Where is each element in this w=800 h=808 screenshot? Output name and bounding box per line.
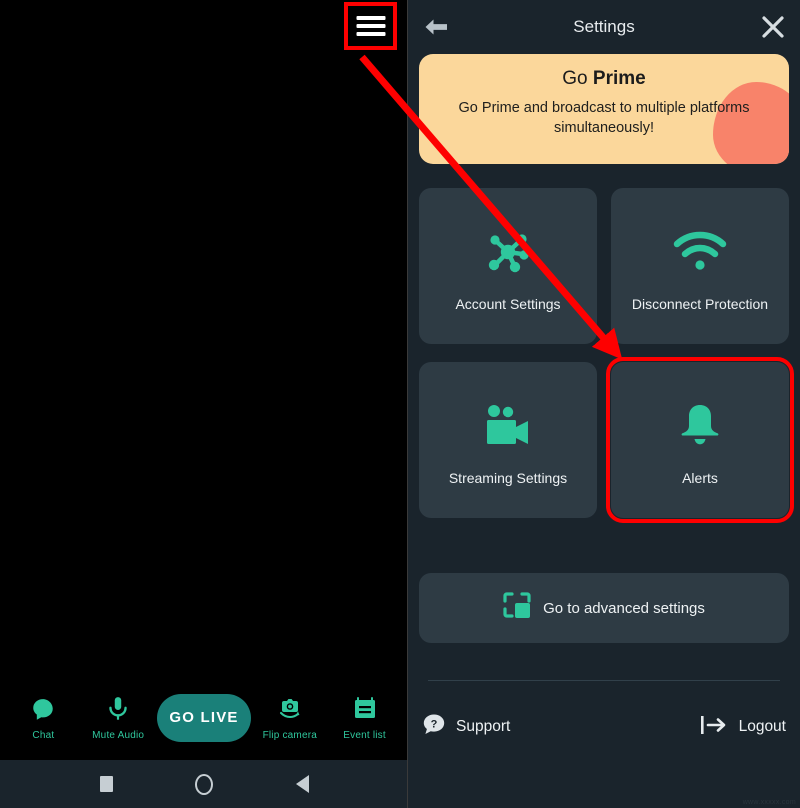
recent-apps-icon[interactable] bbox=[93, 771, 119, 797]
support-button[interactable]: ? Support bbox=[422, 713, 510, 742]
watermark: www.xxxxx.com bbox=[742, 799, 796, 806]
svg-text:?: ? bbox=[431, 718, 438, 730]
settings-header: Settings bbox=[408, 0, 800, 54]
stream-controls-bar: Chat Mute Audio GO LIVE Flip camera Even… bbox=[0, 675, 408, 760]
logout-button[interactable]: Logout bbox=[699, 713, 786, 742]
card-label: Streaming Settings bbox=[448, 470, 568, 486]
network-nodes-icon bbox=[480, 220, 536, 284]
hamburger-menu-icon bbox=[356, 12, 385, 40]
back-nav-icon[interactable] bbox=[289, 771, 315, 797]
hamburger-bar bbox=[356, 16, 385, 20]
event-list-button[interactable]: Event list bbox=[329, 695, 401, 741]
chat-button[interactable]: Chat bbox=[7, 695, 79, 741]
go-live-button[interactable]: GO LIVE bbox=[156, 693, 251, 742]
go-prime-title: Go Prime bbox=[419, 68, 789, 90]
hamburger-menu-button[interactable] bbox=[344, 2, 397, 50]
go-prime-subtitle: Go Prime and broadcast to multiple platf… bbox=[458, 100, 750, 136]
camera-preview-surface bbox=[0, 0, 408, 760]
hamburger-bar bbox=[356, 32, 385, 36]
streaming-settings-card[interactable]: Streaming Settings bbox=[419, 362, 597, 518]
chat-bubble-icon bbox=[30, 695, 56, 725]
account-settings-card[interactable]: Account Settings bbox=[419, 188, 597, 344]
bell-icon bbox=[673, 394, 727, 458]
logout-label: Logout bbox=[738, 718, 786, 735]
go-prime-title-prefix: Go bbox=[562, 68, 593, 89]
advanced-settings-button[interactable]: Go to advanced settings bbox=[419, 573, 789, 643]
settings-footer: ? Support Logout bbox=[422, 705, 786, 749]
flip-camera-icon bbox=[276, 695, 304, 725]
settings-panel: Settings Go Prime Go Prime and broadcast… bbox=[408, 0, 800, 808]
logout-arrow-icon bbox=[699, 713, 729, 742]
disconnect-protection-card[interactable]: Disconnect Protection bbox=[611, 188, 789, 344]
page-title: Settings bbox=[573, 17, 635, 36]
chat-label: Chat bbox=[32, 729, 55, 741]
settings-card-grid: Account Settings Disconnect Protection S… bbox=[419, 188, 794, 523]
go-prime-title-strong: Prime bbox=[592, 68, 646, 89]
card-label: Account Settings bbox=[455, 296, 561, 312]
home-icon[interactable] bbox=[191, 771, 217, 797]
advanced-settings-icon bbox=[503, 591, 531, 625]
camera-preview-pane: Chat Mute Audio GO LIVE Flip camera Even… bbox=[0, 0, 408, 808]
advanced-settings-label: Go to advanced settings bbox=[543, 599, 705, 617]
flip-camera-label: Flip camera bbox=[262, 729, 317, 741]
microphone-icon bbox=[105, 695, 131, 725]
go-prime-banner[interactable]: Go Prime Go Prime and broadcast to multi… bbox=[419, 54, 789, 164]
card-label: Alerts bbox=[682, 470, 718, 486]
video-camera-icon bbox=[480, 394, 536, 458]
mute-audio-label: Mute Audio bbox=[92, 729, 145, 741]
wifi-icon bbox=[671, 220, 729, 284]
help-bubble-icon: ? bbox=[422, 713, 446, 742]
hamburger-bar bbox=[356, 24, 385, 28]
event-list-icon bbox=[352, 695, 378, 725]
app-screenshot: Chat Mute Audio GO LIVE Flip camera Even… bbox=[0, 0, 800, 808]
footer-divider bbox=[428, 680, 780, 681]
alerts-card[interactable]: Alerts bbox=[606, 357, 794, 523]
close-x-icon[interactable] bbox=[760, 14, 786, 40]
android-nav-bar-left bbox=[0, 760, 408, 808]
mute-audio-button[interactable]: Mute Audio bbox=[82, 695, 154, 741]
card-label: Disconnect Protection bbox=[631, 296, 769, 312]
support-label: Support bbox=[456, 718, 511, 735]
flip-camera-button[interactable]: Flip camera bbox=[254, 695, 326, 741]
event-list-label: Event list bbox=[343, 729, 386, 741]
